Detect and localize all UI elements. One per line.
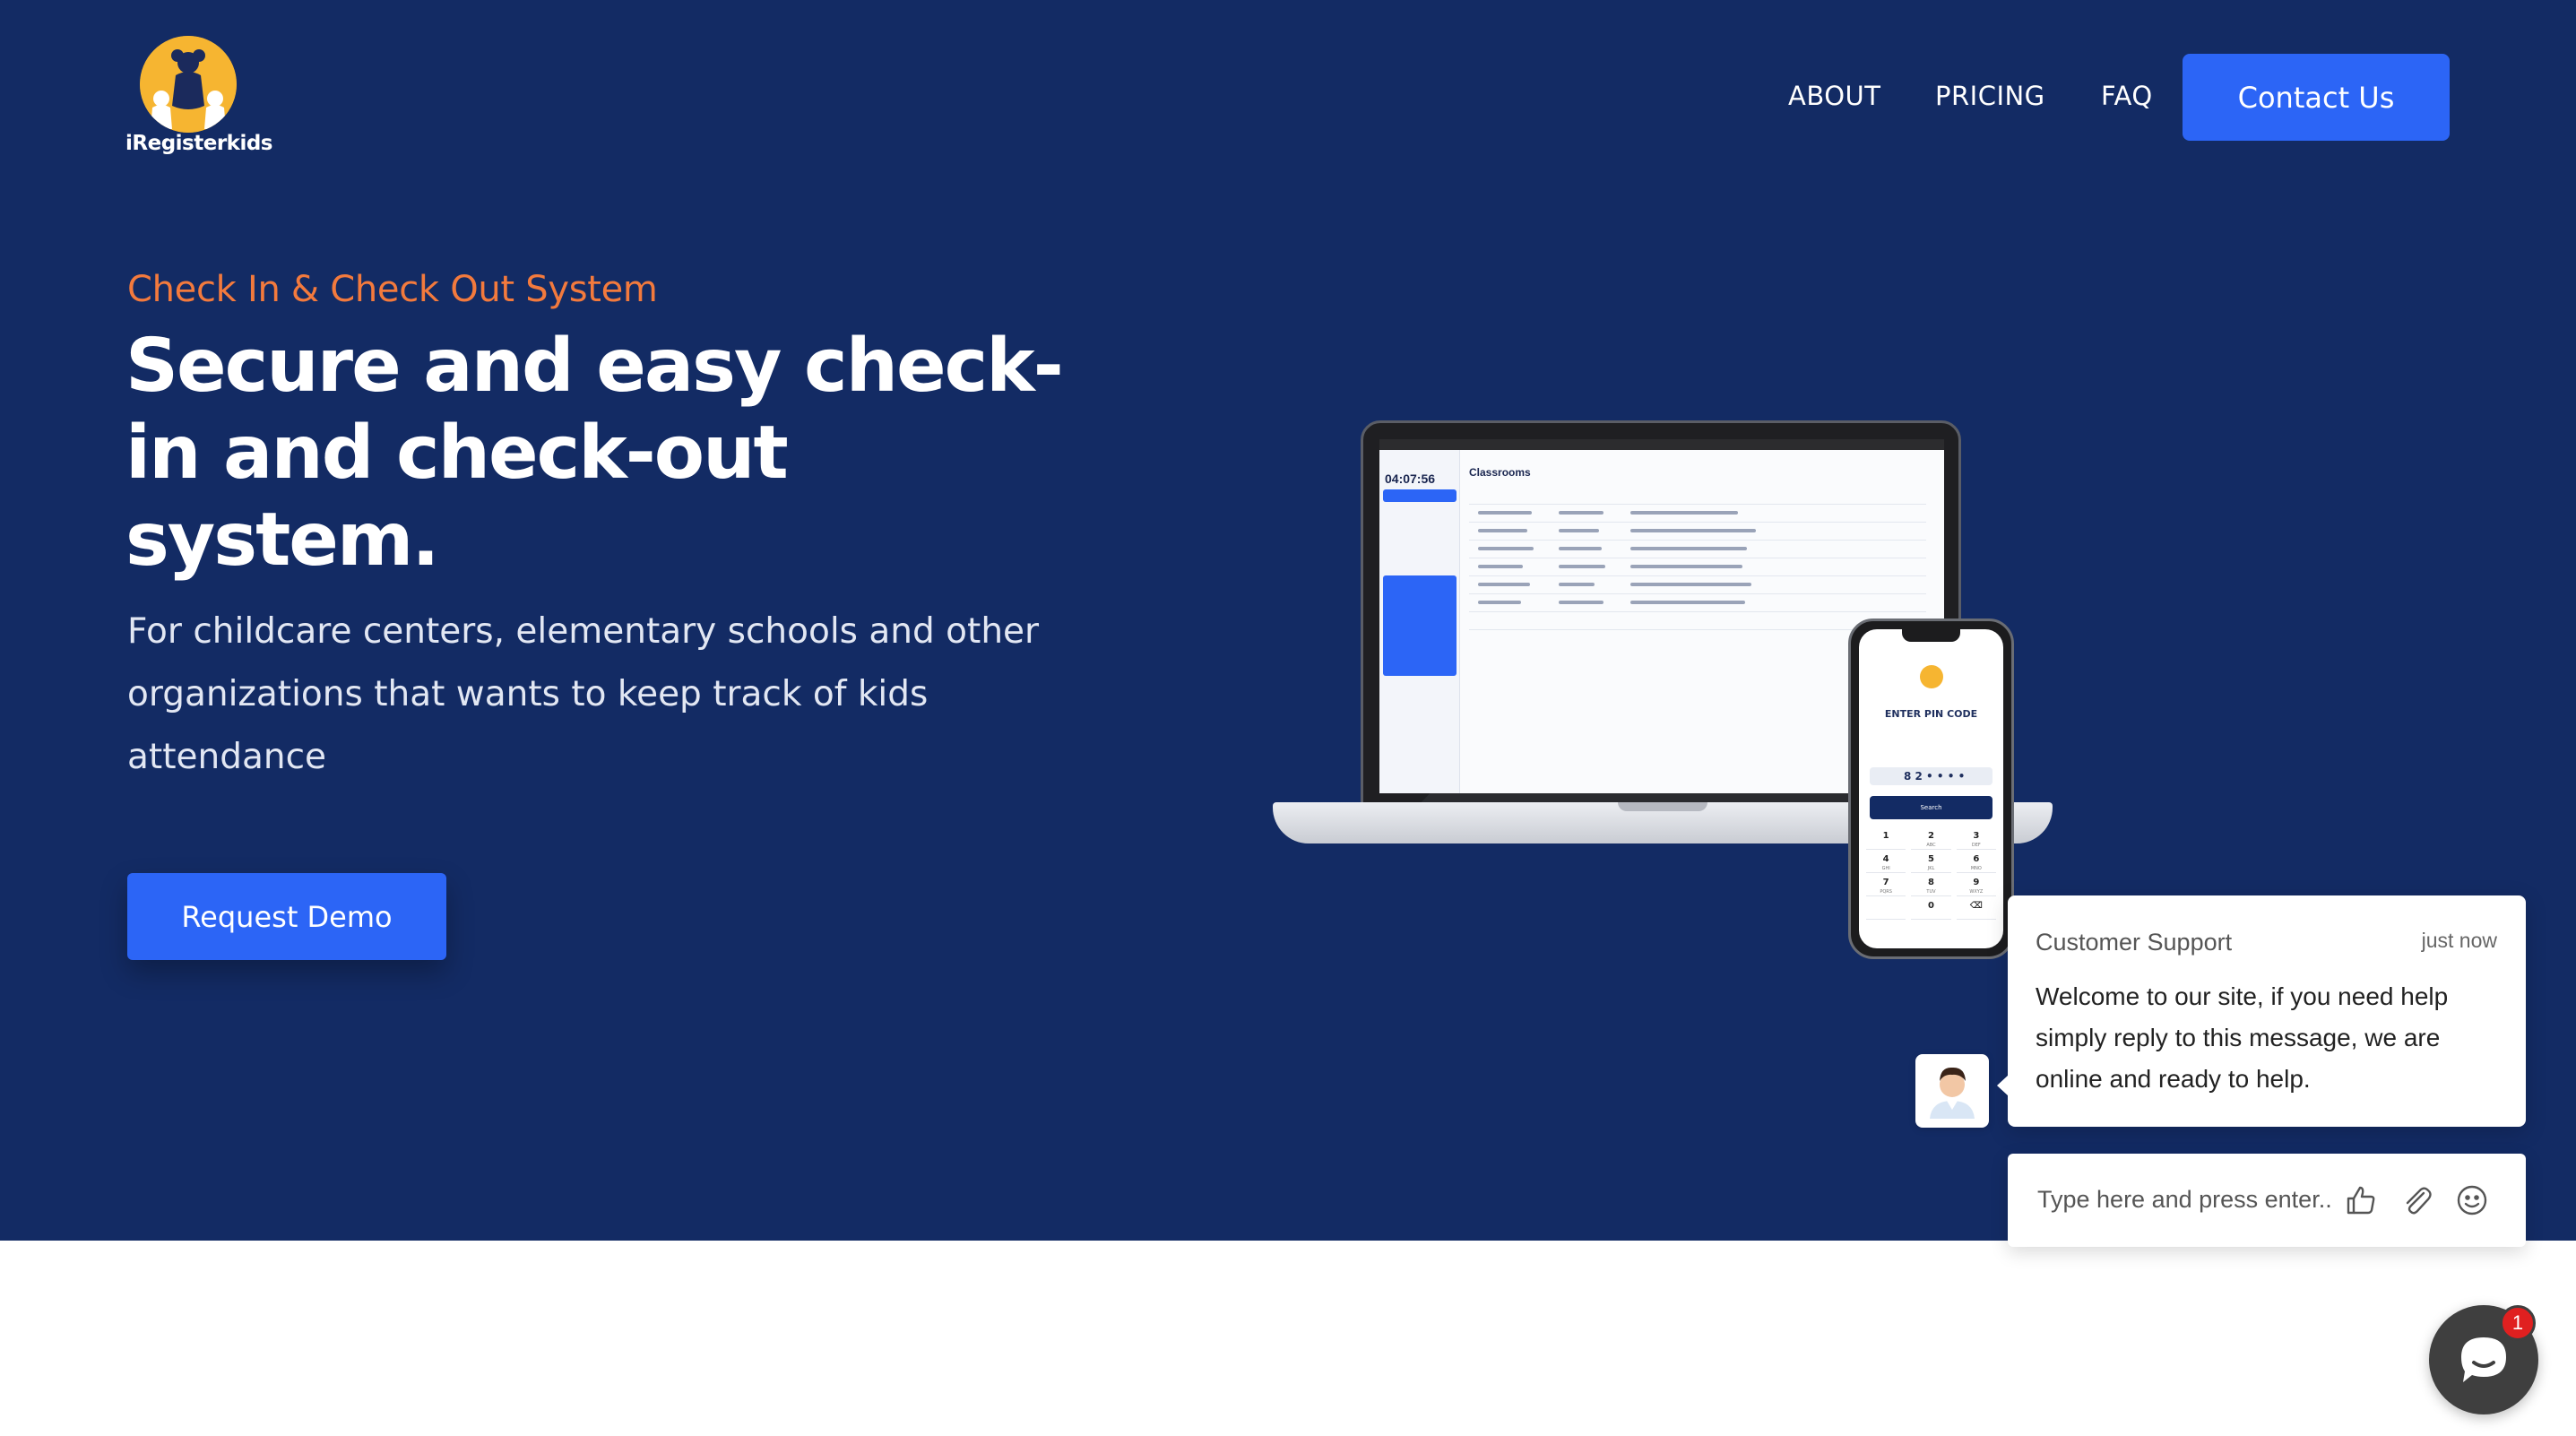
logo-mascot-icon	[140, 36, 237, 133]
screen-row	[1469, 540, 1926, 541]
keypad-key: 5 JKL	[1911, 853, 1951, 873]
keypad-digit: 2	[1928, 831, 1934, 841]
hero-headline: Secure and easy check-in and check-out s…	[125, 324, 1064, 583]
screen-cell	[1630, 601, 1745, 604]
keypad-digit: 3	[1973, 831, 1980, 841]
screen-cell	[1630, 511, 1738, 515]
unread-badge: 1	[2500, 1305, 2536, 1341]
screen-sidebar: 04:07:56	[1379, 450, 1460, 793]
keypad-key: 2 ABC	[1911, 830, 1951, 850]
hero-eyebrow: Check In & Check Out System	[127, 269, 658, 310]
hero-subtext: For childcare centers, elementary school…	[127, 611, 1040, 777]
screen-row	[1469, 522, 1926, 523]
request-demo-button[interactable]: Request Demo	[127, 873, 446, 960]
keypad-digit: 6	[1973, 854, 1980, 864]
screen-cell	[1478, 547, 1534, 550]
nav-about-link[interactable]: ABOUT	[1788, 81, 1881, 111]
phone-keypad: 1 2 ABC 3 DEF 4 GHI 5 JKL 6 MNO 7 PQRS 8 TUV 9 WXYZ 0 ⌫	[1866, 830, 1996, 920]
screen-cell	[1478, 583, 1530, 586]
screen-cell	[1478, 511, 1532, 515]
screen-cell	[1478, 529, 1527, 532]
keypad-key: 6 MNO	[1956, 853, 1996, 873]
screen-row	[1469, 504, 1926, 505]
chat-timestamp: just now	[2421, 929, 2497, 952]
screen-row	[1469, 611, 1926, 612]
thumbs-up-icon[interactable]	[2341, 1181, 2381, 1220]
phone-pin-label: ENTER PIN CODE	[1884, 708, 1978, 720]
screen-cell	[1559, 511, 1604, 515]
keypad-digit: 4	[1882, 854, 1889, 864]
keypad-letters: WXYZ	[1969, 889, 1984, 895]
phone-pin-field: 8 2 • • • •	[1870, 767, 1993, 785]
screen-clock: 04:07:56	[1385, 471, 1436, 486]
keypad-key: 4 GHI	[1866, 853, 1906, 873]
agent-avatar-icon	[1915, 1054, 1989, 1128]
brand-name: iRegisterkids	[125, 132, 273, 155]
screen-sidebar-active	[1383, 489, 1457, 502]
screen-cell	[1630, 547, 1747, 550]
keypad-letters: DEF	[1971, 843, 1981, 848]
keypad-key: 3 DEF	[1956, 830, 1996, 850]
keypad-digit: 1	[1882, 831, 1889, 841]
screen-titlebar	[1379, 439, 1944, 450]
nav-pricing-link[interactable]: PRICING	[1935, 81, 2045, 111]
screen-title: Classrooms	[1469, 466, 1531, 479]
screen-row	[1469, 575, 1926, 576]
keypad-letters: PQRS	[1880, 889, 1892, 895]
keypad-letters: MNO	[1970, 866, 1982, 871]
screen-cell	[1630, 583, 1751, 586]
keypad-key: 1	[1866, 830, 1906, 850]
keypad-key: 8 TUV	[1911, 877, 1951, 896]
phone-screen: ENTER PIN CODE 8 2 • • • • Search 1 2 ABC 3…	[1859, 629, 2003, 948]
chat-message-text: Welcome to our site, if you need help si…	[2036, 982, 2449, 1093]
keypad-digit: 8	[1928, 878, 1934, 887]
phone-search-button: Search	[1870, 796, 1993, 819]
smiley-icon[interactable]	[2452, 1181, 2492, 1220]
keypad-key: 0	[1911, 900, 1951, 920]
paperclip-icon[interactable]	[2397, 1181, 2436, 1220]
keypad-digit: 5	[1928, 854, 1934, 864]
screen-sidebar-group	[1383, 575, 1457, 676]
keypad-letters: TUV	[1926, 889, 1936, 895]
keypad-key: ⌫	[1956, 900, 1996, 920]
nav-faq-link[interactable]: FAQ	[2101, 81, 2153, 111]
keypad-letters: GHI	[1881, 866, 1890, 871]
contact-us-button[interactable]: Contact Us	[2183, 54, 2450, 141]
screen-cell	[1630, 565, 1742, 568]
screen-cell	[1559, 547, 1602, 550]
keypad-digit: 9	[1973, 878, 1980, 887]
screen-cell	[1559, 565, 1605, 568]
phone-notch	[1902, 629, 1960, 642]
keypad-digit: 7	[1882, 878, 1889, 887]
section-heading-cutoff	[1013, 1398, 1730, 1436]
chat-message-card[interactable]: Customer Support just now Welcome to our…	[1997, 895, 2526, 1127]
phone-mockup: ENTER PIN CODE 8 2 • • • • Search 1 2 ABC 3…	[1848, 619, 2014, 959]
screen-cell	[1630, 529, 1756, 532]
keypad-key: 9 WXYZ	[1956, 877, 1996, 896]
chat-sender: Customer Support	[2036, 929, 2233, 956]
screen-row	[1469, 593, 1926, 594]
screen-cell	[1559, 529, 1599, 532]
chat-input-placeholder[interactable]: Type here and press enter..	[2037, 1186, 2332, 1214]
keypad-key: 7 PQRS	[1866, 877, 1906, 896]
brand-logo[interactable]: iRegisterkids	[125, 36, 273, 161]
keypad-digit: ⌫	[1969, 901, 1983, 911]
laptop-notch	[1618, 802, 1707, 811]
screen-cell	[1478, 601, 1521, 604]
keypad-key	[1866, 900, 1906, 920]
keypad-digit: 0	[1928, 901, 1934, 911]
screen-cell	[1559, 601, 1604, 604]
keypad-letters: JKL	[1927, 866, 1935, 871]
phone-logo-icon	[1920, 665, 1943, 688]
chat-input-box[interactable]: Type here and press enter..	[2008, 1154, 2526, 1247]
chat-tail	[1997, 1075, 2009, 1096]
keypad-letters: ABC	[1926, 843, 1936, 848]
screen-cell	[1478, 565, 1523, 568]
screen-cell	[1559, 583, 1595, 586]
